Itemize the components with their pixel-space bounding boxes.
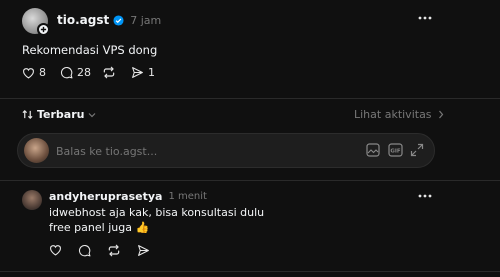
comment-count: 28 <box>77 66 91 79</box>
reply-text-line-1: idwebhost aja kak, bisa konsultasi dulu <box>49 206 265 219</box>
post-timestamp: 7 jam <box>130 13 162 27</box>
share-button[interactable]: 1 <box>131 66 155 79</box>
view-activity-label: Lihat aktivitas <box>354 108 432 121</box>
like-button[interactable]: 8 <box>22 66 46 79</box>
svg-text:GIF: GIF <box>390 148 401 154</box>
share-icon <box>131 66 144 79</box>
reply-like-icon[interactable] <box>49 244 62 256</box>
comment-button[interactable]: 28 <box>60 66 91 79</box>
repost-icon <box>102 66 116 79</box>
expand-icon[interactable] <box>410 143 424 157</box>
share-count: 1 <box>148 66 155 79</box>
reply-more-options-icon[interactable] <box>418 194 432 198</box>
reply-input[interactable] <box>56 143 346 159</box>
repost-button[interactable] <box>102 66 116 79</box>
reply-repost-icon[interactable] <box>107 244 121 257</box>
post-author-username[interactable]: tio.agst <box>57 13 109 27</box>
heart-icon <box>22 67 35 79</box>
sort-label: Terbaru <box>37 108 85 121</box>
reply-author-username[interactable]: andyheruprasetya <box>49 190 162 203</box>
follow-plus-icon[interactable] <box>37 23 50 36</box>
bottom-divider <box>0 271 500 272</box>
post-more-options-icon[interactable] <box>418 16 432 20</box>
chevron-right-icon <box>438 110 444 119</box>
section-divider <box>0 98 500 99</box>
post-text: Rekomendasi VPS dong <box>22 43 158 57</box>
comment-icon <box>60 66 73 79</box>
reply-divider <box>0 180 500 181</box>
sort-arrows-icon <box>22 109 33 120</box>
chevron-down-icon <box>88 112 96 118</box>
gif-icon[interactable]: GIF <box>388 143 403 157</box>
reply-text-line-2: free panel juga 👍 <box>49 221 150 234</box>
reply-timestamp: 1 menit <box>168 191 207 202</box>
sort-dropdown[interactable]: Terbaru <box>22 108 96 121</box>
image-attach-icon[interactable] <box>366 143 380 157</box>
reply-author-avatar[interactable] <box>22 190 42 210</box>
reply-share-icon[interactable] <box>137 244 150 257</box>
verified-badge-icon <box>113 14 124 26</box>
view-activity-link[interactable]: Lihat aktivitas <box>354 108 444 121</box>
current-user-avatar <box>24 138 49 163</box>
like-count: 8 <box>39 66 46 79</box>
reply-comment-icon[interactable] <box>78 244 91 257</box>
